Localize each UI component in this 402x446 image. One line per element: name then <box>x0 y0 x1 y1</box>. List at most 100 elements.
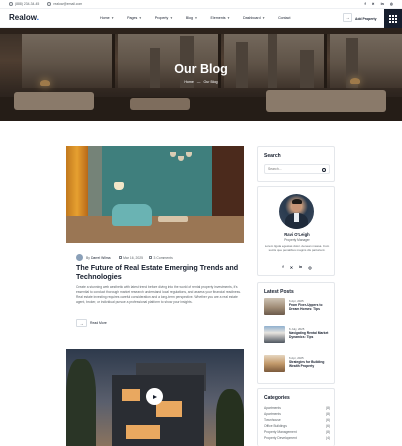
nav-elements[interactable]: Elements ▼ <box>211 16 230 20</box>
comment-icon <box>149 256 153 259</box>
search-widget-title: Search <box>264 153 281 159</box>
x-icon[interactable]: ✕ <box>290 265 293 270</box>
search-field[interactable] <box>264 164 330 174</box>
post-image-window-glow <box>122 389 140 401</box>
category-label: Office Buildings <box>264 424 287 428</box>
logo-dot: . <box>36 13 39 22</box>
chevron-down-icon: ▼ <box>138 16 142 20</box>
instagram-icon[interactable]: ◎ <box>390 2 393 6</box>
phone-number: (888) 234-34-45 <box>15 2 40 6</box>
video-play-button[interactable] <box>146 388 163 405</box>
nav-contact[interactable]: Contact <box>278 16 290 20</box>
category-label: Apartments <box>264 412 281 416</box>
top-bar: (888) 234-34-45 realow@email.com f ✕ in … <box>0 0 402 9</box>
search-widget: Search <box>257 146 335 182</box>
search-input[interactable] <box>268 167 320 171</box>
recent-post-title[interactable]: Navigating Rental Market Dynamics: Tips <box>289 331 333 339</box>
profile-role: Property Manager <box>284 238 310 242</box>
post-title[interactable]: The Future of Real Estate Emerging Trend… <box>76 263 241 282</box>
linkedin-icon[interactable]: in <box>381 2 384 6</box>
category-count: (8) <box>325 406 330 410</box>
phone-contact[interactable]: (888) 234-34-45 <box>9 2 39 6</box>
category-item[interactable]: Apartments (8) <box>264 406 330 410</box>
breadcrumb-separator: — <box>196 80 201 84</box>
page-hero-banner: Our Blog Home — Our Blog <box>0 28 402 121</box>
facebook-icon[interactable]: f <box>282 265 283 270</box>
avatar-shirt <box>294 213 299 222</box>
category-item[interactable]: Property Development (4) <box>264 436 330 440</box>
login-arrow-icon: → <box>345 15 350 20</box>
facebook-icon[interactable]: f <box>364 2 365 6</box>
category-count: (6) <box>325 418 330 422</box>
nav-label: Dashboard <box>243 16 261 20</box>
category-item[interactable]: Apartments (8) <box>264 412 330 416</box>
category-count: (8) <box>325 412 330 416</box>
breadcrumb: Home — Our Blog <box>0 80 402 84</box>
post-image-floor <box>66 216 244 243</box>
menu-toggle-button[interactable] <box>384 9 402 28</box>
nav-property[interactable]: Property ▼ <box>155 16 173 20</box>
post-date: Mar 16, 2025 <box>123 255 144 260</box>
site-logo[interactable]: Realow. <box>9 13 39 22</box>
post-image-lamp <box>114 182 124 190</box>
profile-bio: Lorem ligula egestas dolor. Aenean massa… <box>264 244 330 253</box>
read-more-link[interactable]: → Read More <box>76 319 107 327</box>
nav-pages[interactable]: Pages ▼ <box>127 16 142 20</box>
grid-menu-icon <box>389 14 397 23</box>
login-button[interactable]: → <box>343 13 352 22</box>
category-label: Apartments <box>264 406 281 410</box>
recent-post-title[interactable]: From Fixer-Uppers to Dream Homes: Tips <box>289 303 333 311</box>
add-property-button[interactable]: Add Property <box>355 17 376 21</box>
linkedin-icon[interactable]: in <box>299 265 302 270</box>
post-meta: By Darrel Wilma Mar 16, 2025 3 Comments <box>76 254 173 261</box>
category-item[interactable]: Office Buildings (6) <box>264 424 330 428</box>
categories-title: Categories <box>264 395 290 401</box>
nav-label: Blog <box>185 16 194 20</box>
author-prefix: By <box>86 255 90 260</box>
breadcrumb-home[interactable]: Home <box>184 80 194 84</box>
email-contact[interactable]: realow@email.com <box>47 2 82 6</box>
author-name[interactable]: Darrel Wilma <box>91 256 111 260</box>
recent-post-title[interactable]: Strategies for Building Wealth Property <box>289 360 333 368</box>
breadcrumb-current: Our Blog <box>203 80 218 84</box>
category-count: (8) <box>325 430 330 434</box>
recent-post-item[interactable]: 6 Apr, 2025 From Fixer-Uppers to Dream H… <box>264 298 332 316</box>
instagram-icon[interactable]: ◎ <box>308 265 311 270</box>
avatar-hair <box>291 199 302 204</box>
chevron-down-icon: ▼ <box>169 16 173 20</box>
nav-label: Pages <box>127 16 138 20</box>
chevron-down-icon: ▼ <box>194 16 198 20</box>
recent-post-item[interactable]: 6 Apr, 2025 Strategies for Building Weal… <box>264 355 332 373</box>
phone-icon <box>9 2 13 6</box>
chevron-down-icon: ▼ <box>227 16 230 20</box>
post-excerpt: Create a stunning web aesthetic with lat… <box>76 285 241 304</box>
nav-home[interactable]: Home ▼ <box>100 16 114 20</box>
category-item[interactable]: Townhouse (6) <box>264 418 330 422</box>
recent-post-thumbnail <box>264 298 285 315</box>
post-image-window-glow <box>156 401 182 417</box>
calendar-icon <box>118 256 122 259</box>
post-comments[interactable]: 3 Comments <box>154 256 173 260</box>
search-icon[interactable] <box>322 167 326 172</box>
category-item[interactable]: Property Management (8) <box>264 430 330 434</box>
profile-name: Ravi O'Leigh <box>284 232 310 237</box>
topbar-socials: f ✕ in ◎ <box>364 2 393 6</box>
page-title: Our Blog <box>174 62 228 76</box>
nav-blog[interactable]: Blog ▼ <box>186 16 198 20</box>
post-image[interactable] <box>66 146 244 243</box>
nav-dashboard[interactable]: Dashboard ▼ <box>243 16 265 20</box>
logo-text: Realow <box>9 13 37 22</box>
profile-socials: f ✕ in ◎ <box>258 265 336 270</box>
main-header: Realow. Home ▼ Pages ▼ Property ▼ Blog ▼ Ele… <box>0 9 402 28</box>
post-image-table <box>158 216 188 222</box>
mail-icon <box>47 2 52 6</box>
nav-label: Home <box>100 16 110 20</box>
post-image-tree <box>216 389 244 446</box>
nav-label: Elements <box>210 16 226 20</box>
latest-posts-title: Latest Posts <box>264 289 294 295</box>
x-icon[interactable]: ✕ <box>372 2 375 6</box>
recent-post-item[interactable]: 6 July, 2025 Navigating Rental Market Dy… <box>264 326 332 344</box>
play-icon <box>153 394 157 399</box>
read-more-label: Read More <box>90 321 107 325</box>
category-count: (4) <box>325 436 330 440</box>
